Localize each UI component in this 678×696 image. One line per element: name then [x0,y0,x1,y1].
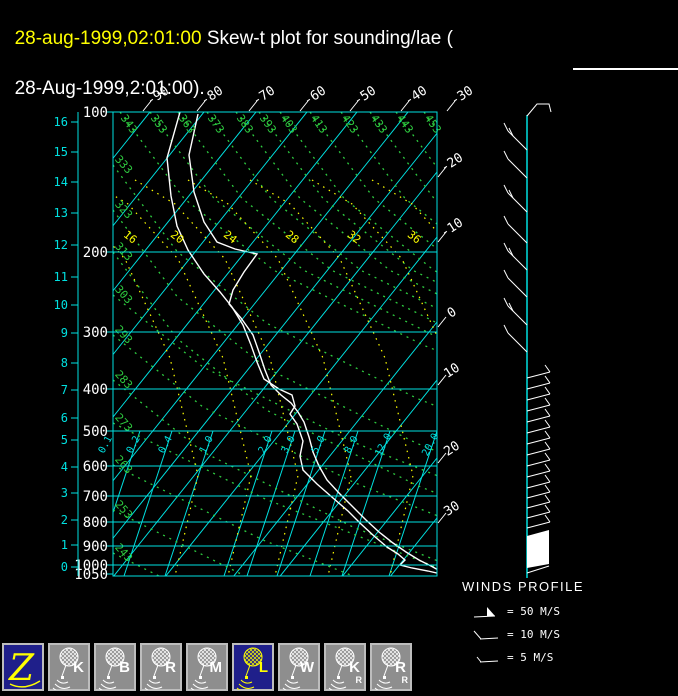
winds-profile-label: WINDS PROFILE [462,579,585,594]
pressure-label: 1050 [74,567,108,583]
pressure-label: 300 [83,325,108,341]
theta-left-label: 323 [112,198,135,221]
height-km-label: 7 [61,383,68,397]
height-km-label: 4 [61,460,68,474]
height-km-label: 9 [61,326,68,340]
pressure-label: 800 [83,515,108,531]
height-km-label: 13 [54,206,68,220]
theta-top-label: 443 [394,112,416,136]
theta-top-label: 353 [148,112,170,136]
pressure-label: 100 [83,105,108,121]
theta-top-label: 413 [308,112,330,136]
pressure-label: 500 [83,424,108,440]
wind-barb-cluster [527,530,549,568]
mixing-ratio-label: 0.2 [125,434,143,455]
theta-left-label: 303 [112,283,135,306]
mixing-ratio-label: 12.0 [373,432,394,458]
height-km-label: 8 [61,356,68,370]
skewt-plot-canvas: -90 -80 -70 -60 -50 -40 -30-20-1001020300.1 0.2… [54,83,552,583]
temperature-trace [188,113,437,571]
height-km-label: 12 [54,238,68,252]
height-km-label: 15 [54,145,68,159]
theta-top-label: 343 [118,112,140,136]
pressure-label: 900 [83,539,108,555]
pressure-label: 600 [83,459,108,475]
toolbar-button-K-r[interactable]: KR [324,643,366,691]
radiosonde-balloon-icon [144,647,171,690]
toolbar-button-R-r[interactable]: RR [370,643,412,691]
theta-top-label: 373 [205,112,227,136]
height-km-label: 0 [61,560,68,574]
height-km-label: 2 [61,513,68,527]
theta-top-label: 403 [278,112,300,136]
radiosonde-balloon-icon [374,647,401,690]
toolbar-button-B[interactable]: B [94,643,136,691]
radiosonde-balloon-icon [98,647,125,690]
toolbar-button-R[interactable]: R [140,643,182,691]
moist-adiabat-label: 32 [345,228,363,246]
legend-label: = 50 M/S [507,605,560,618]
radiosonde-balloon-icon [282,647,309,690]
pressure-label: 700 [83,489,108,505]
theta-top-label: 453 [422,112,444,136]
toolbar: ZKBRMLWKRRR [0,641,678,696]
moist-adiabat-label: 20 [168,228,186,246]
radiosonde-balloon-icon [190,647,217,690]
wind-flag-50-icon [473,606,496,617]
pressure-label: 400 [83,382,108,398]
theta-left-label: 333 [112,153,135,176]
height-km-label: 1 [61,538,68,552]
isotherm-right-label: 0 [445,305,460,322]
radiosonde-balloon-icon [236,647,263,690]
mixing-ratio-label: 3.0 [280,434,298,455]
height-km-label: 10 [54,298,68,312]
toolbar-button-M[interactable]: M [186,643,228,691]
theta-left-label: 293 [112,323,135,346]
mixing-ratio-label: 8.0 [343,434,361,455]
height-km-label: 14 [54,175,68,189]
height-km-label: 3 [61,486,68,500]
mixing-ratio-label: 2.0 [257,434,275,455]
height-km-label: 6 [61,411,68,425]
toolbar-button-Z[interactable]: Z [2,643,44,691]
isotherm-right-label: 30 [441,499,462,520]
mixing-ratio-label: 20.0 [420,432,441,458]
radiosonde-balloon-icon [328,647,355,690]
theta-top-label: 423 [339,112,361,136]
zebra-logo-icon: Z [8,648,41,689]
svg-text:Z: Z [8,648,35,689]
isotherm-right-label: 20 [441,439,462,460]
height-km-label: 11 [54,270,68,284]
theta-left-label: 253 [112,498,135,521]
theta-top-label: 433 [368,112,390,136]
radiosonde-balloon-icon [52,647,79,690]
isotherm-right-label: 10 [441,361,462,382]
mixing-ratio-label: 0.4 [157,434,175,455]
legend-row-50ms: = 50 M/S [468,600,560,623]
height-km-label: 16 [54,115,68,129]
theta-left-label: 243 [112,541,135,564]
height-km-label: 5 [61,433,68,447]
toolbar-button-W[interactable]: W [278,643,320,691]
skewt-app-window: { "header": { "date_time": "28-aug-1999,… [0,0,678,696]
moist-adiabat-label: 36 [405,228,423,246]
theta-left-label: 283 [112,368,135,391]
mixing-ratio-label: 5.0 [310,434,328,455]
toolbar-button-K[interactable]: K [48,643,90,691]
toolbar-button-L[interactable]: L [232,643,274,691]
pressure-label: 200 [83,245,108,261]
theta-top-label: 393 [257,112,279,136]
wind-barb-10-icon [473,630,499,639]
moist-adiabat-label: 28 [283,228,301,246]
legend-label: = 10 M/S [507,628,560,641]
